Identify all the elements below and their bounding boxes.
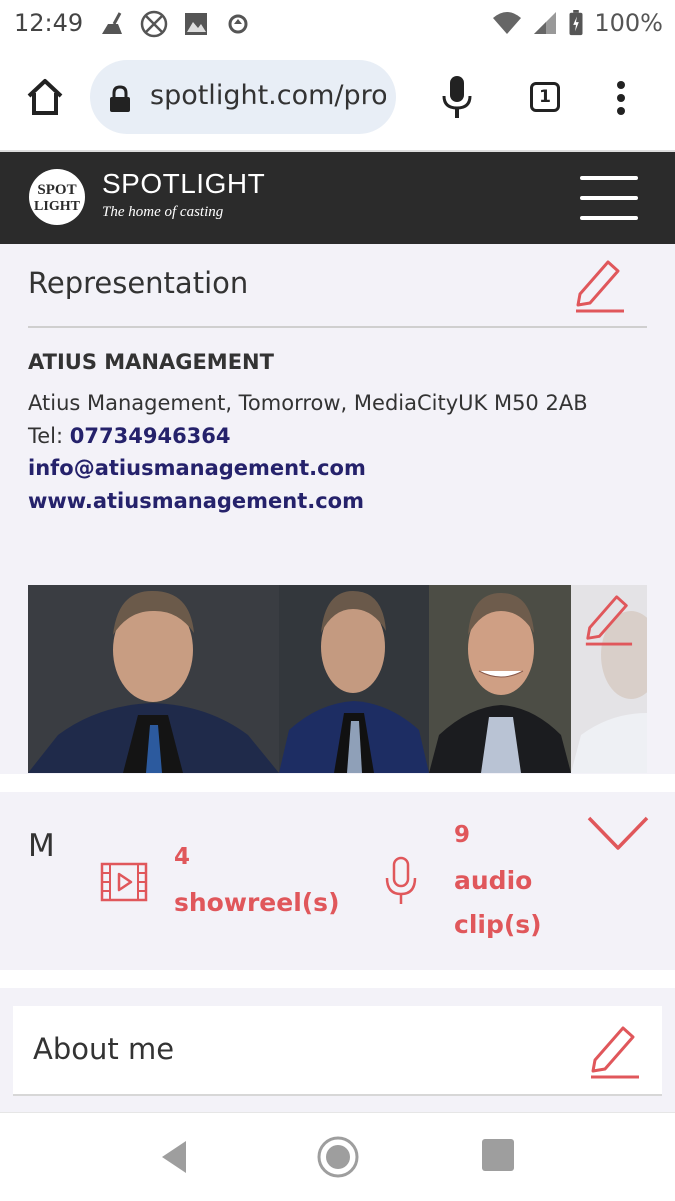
home-nav-icon[interactable] (316, 1135, 360, 1179)
sync-icon (228, 14, 248, 34)
battery-charging-icon (569, 10, 583, 36)
brand-name[interactable]: SPOTLIGHT (102, 168, 265, 200)
cleaner-icon (102, 12, 122, 34)
wifi-icon (493, 12, 522, 34)
phone-label: Tel: (28, 424, 64, 448)
showreels-count[interactable]: 4 (174, 844, 190, 870)
notification-icons (98, 10, 252, 38)
battery-level: 100% (594, 9, 663, 37)
about-section: About me (0, 988, 675, 1112)
headshot-photo[interactable] (429, 585, 571, 773)
headshot-photo[interactable] (28, 585, 279, 773)
status-bar: 12:49 100% (0, 0, 675, 48)
media-title: M (28, 828, 55, 864)
home-icon[interactable] (24, 76, 66, 118)
representation-section: Representation ATIUS MANAGEMENT Atius Ma… (0, 244, 675, 774)
tabs-button[interactable]: 1 (530, 82, 560, 112)
signal-icon (534, 12, 557, 34)
edit-about-icon[interactable] (587, 1022, 641, 1080)
agency-phone: Tel: 07734946364 (28, 424, 231, 448)
showreels-link[interactable]: showreel(s) (174, 888, 340, 917)
agency-name: ATIUS MANAGEMENT (28, 350, 274, 374)
site-header: SPOT LIGHT SPOTLIGHT The home of casting (0, 152, 675, 244)
svg-text:LIGHT: LIGHT (34, 199, 81, 214)
audio-count[interactable]: 9 (454, 822, 470, 848)
film-icon[interactable] (100, 862, 148, 902)
audio-clips-link-line2[interactable]: clip(s) (454, 910, 542, 939)
back-icon[interactable] (158, 1139, 190, 1175)
headshot-gallery[interactable] (28, 585, 647, 773)
email-link[interactable]: info@atiusmanagement.com (28, 456, 366, 480)
status-time: 12:49 (14, 9, 84, 37)
phone-link[interactable]: 07734946364 (70, 424, 231, 448)
system-navigation-bar (0, 1112, 675, 1201)
about-heading: About me (33, 1032, 175, 1066)
address-bar[interactable]: spotlight.com/profile (90, 60, 396, 134)
system-icons: 100% (492, 9, 663, 37)
microphone-icon[interactable] (384, 856, 418, 906)
browser-toolbar: spotlight.com/profile 1 (0, 48, 675, 152)
edit-photos-icon[interactable] (582, 591, 634, 647)
brand-tagline: The home of casting (102, 204, 224, 220)
edit-representation-icon[interactable] (572, 256, 626, 314)
representation-heading: Representation (28, 266, 249, 300)
more-vert-icon[interactable] (614, 80, 628, 116)
url-text: spotlight.com/profile (150, 80, 386, 111)
media-section: M 4 showreel(s) 9 audio clip(s) (0, 792, 675, 970)
recents-icon[interactable] (482, 1139, 514, 1171)
hamburger-menu-icon[interactable] (580, 176, 638, 220)
svg-text:SPOT: SPOT (37, 182, 76, 198)
agency-address: Atius Management, Tomorrow, MediaCityUK … (28, 391, 588, 415)
gallery-icon (185, 13, 207, 35)
section-divider (28, 326, 647, 328)
website-link[interactable]: www.atiusmanagement.com (28, 489, 364, 513)
about-card: About me (13, 1006, 662, 1096)
spotlight-logo[interactable]: SPOT LIGHT (28, 168, 86, 226)
no-sim-icon (140, 10, 168, 38)
mic-icon[interactable] (440, 74, 474, 120)
headshot-photo[interactable] (279, 585, 429, 773)
lock-icon (110, 85, 130, 112)
chevron-down-icon[interactable] (586, 814, 650, 854)
audio-clips-link[interactable]: audio (454, 866, 532, 895)
